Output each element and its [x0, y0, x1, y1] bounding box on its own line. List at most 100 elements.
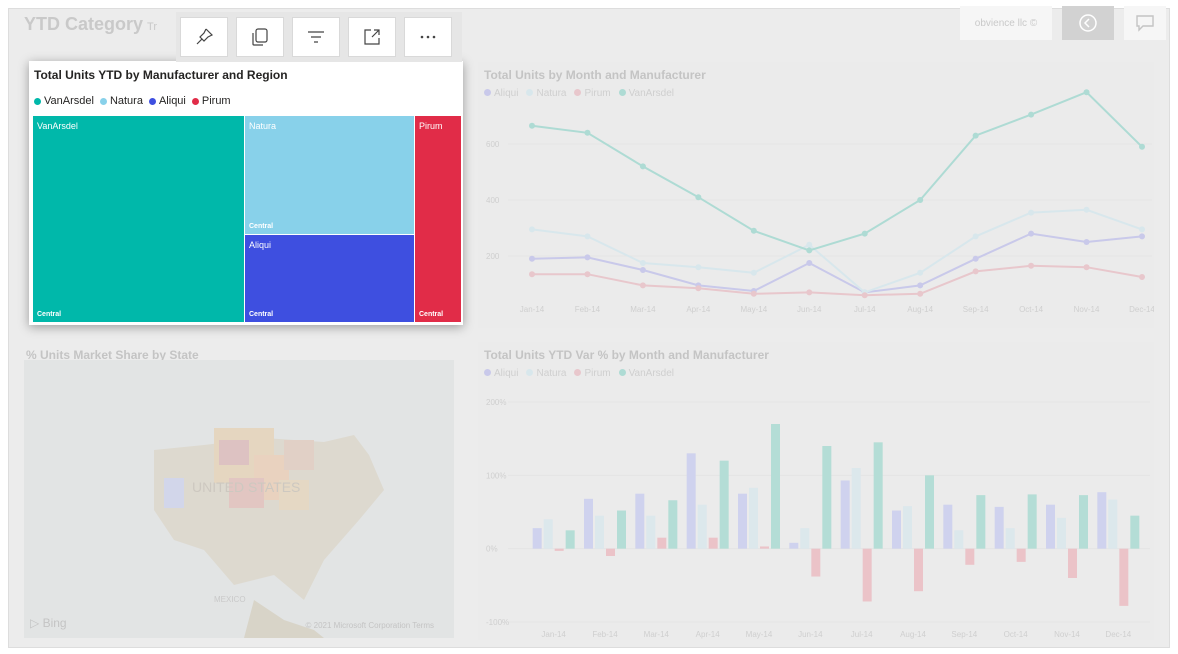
legend-item-vanarsdel[interactable]: VanArsdel [34, 95, 94, 107]
x-tick-label: May-14 [740, 305, 767, 314]
data-point [1139, 226, 1145, 233]
x-tick-label: Apr-14 [686, 305, 711, 314]
terms-link[interactable]: Terms [412, 621, 434, 630]
bar-vanarsdel [976, 495, 986, 549]
data-point [806, 289, 813, 296]
data-point [529, 122, 535, 129]
bar-pirum [554, 548, 564, 551]
bar-chart-visual[interactable]: Total Units YTD Var % by Month and Manuf… [478, 342, 1154, 640]
data-point [917, 269, 924, 276]
legend-item-pirum[interactable]: Pirum [191, 95, 231, 107]
page-title: YTD Category Tr [24, 14, 157, 35]
x-tick-label: Jul-14 [854, 305, 876, 314]
us-map: UNITED STATES MEXICO [154, 428, 384, 638]
line-chart-plot: 600 400 200 Jan-14 Feb-14 Mar-14 Apr-14 May-14 J… [486, 89, 1154, 314]
legend-item-aliqui[interactable]: Aliqui [148, 95, 186, 107]
tile-sublabel: Central [37, 311, 62, 318]
data-point [584, 129, 591, 136]
data-point [806, 260, 813, 266]
map-canvas[interactable]: UNITED STATES MEXICO ▷ Bing © 2021 Micro… [24, 360, 454, 638]
pin-visual-button[interactable] [180, 17, 228, 57]
bar-vanarsdel [925, 475, 934, 549]
treemap-visual[interactable]: Total Units YTD by Manufacturer and Regi… [29, 61, 463, 325]
data-point [1083, 264, 1090, 271]
tile-label: Pirum [419, 121, 443, 131]
bar-pirum [606, 548, 615, 556]
bar-natura [697, 504, 707, 549]
treemap-tile-natura[interactable]: Natura Central [245, 116, 414, 234]
data-point [695, 285, 702, 292]
data-point [972, 255, 979, 262]
bar-natura [1057, 517, 1066, 549]
bar-pirum [760, 546, 769, 549]
data-point [584, 254, 591, 261]
tile-sublabel: Central [249, 311, 274, 318]
bing-label: Bing [42, 616, 67, 630]
data-point [639, 163, 646, 170]
legend-dot [148, 97, 156, 105]
bar-pirum [708, 537, 718, 549]
data-point [1028, 262, 1035, 269]
expand-icon [364, 29, 380, 45]
legend-label: Aliqui [158, 95, 186, 107]
data-point [1083, 206, 1090, 213]
x-tick-label: Jun-14 [798, 630, 823, 639]
y-tick-label: 400 [486, 196, 500, 205]
x-tick-label: Dec-14 [1129, 305, 1154, 314]
header-actions: obvience llc © [960, 6, 1166, 40]
bar-aliqui [738, 493, 747, 549]
y-tick-label: 100% [486, 471, 506, 480]
bar-aliqui [943, 504, 953, 549]
series-line-pirum [532, 264, 1143, 297]
line-chart-visual[interactable]: Total Units by Month and Manufacturer Al… [478, 62, 1154, 328]
bar-vanarsdel [668, 500, 678, 549]
copy-visual-button[interactable] [236, 17, 284, 57]
bar-pirum [1119, 548, 1129, 606]
tile-label: VanArsdel [37, 121, 78, 131]
data-point [1139, 274, 1145, 280]
data-point [1083, 89, 1090, 96]
filter-button[interactable] [292, 17, 340, 57]
page-title-suffix: Tr [147, 21, 158, 33]
bar-aliqui [994, 506, 1004, 549]
country-label: UNITED STATES [192, 479, 300, 495]
data-point [806, 247, 813, 254]
x-tick-label: Aug-14 [900, 630, 926, 639]
visual-header-toolbar [176, 12, 462, 62]
data-point [529, 226, 535, 233]
treemap-tile-aliqui[interactable]: Aliqui Central [245, 235, 414, 322]
legend-label: Pirum [201, 95, 231, 107]
tile-label: Natura [249, 121, 277, 131]
y-tick-label: -100% [486, 618, 509, 627]
legend-label: Natura [109, 95, 143, 107]
data-point [695, 194, 702, 201]
x-tick-label: Aug-14 [907, 305, 933, 314]
y-tick-label: 200 [486, 252, 500, 261]
bar-pirum [965, 548, 975, 565]
series-line-vanarsdel [531, 91, 1143, 252]
bing-icon: ▷ [30, 616, 40, 630]
treemap-tile-pirum[interactable]: Pirum Central [415, 116, 461, 322]
comment-button[interactable] [1124, 6, 1166, 40]
more-options-button[interactable] [404, 17, 452, 57]
bar-pirum [1016, 548, 1026, 562]
back-button[interactable] [1062, 6, 1114, 40]
map-copyright: © 2021 Microsoft Corporation Terms [306, 621, 434, 630]
x-tick-label: Feb-14 [575, 305, 601, 314]
bar-vanarsdel [617, 510, 626, 549]
data-point [639, 282, 646, 289]
bar-aliqui [840, 480, 850, 549]
copyright-text: © 2021 Microsoft Corporation [305, 621, 411, 630]
legend-dot [34, 97, 41, 105]
brand-logo: obvience llc © [960, 6, 1052, 40]
y-tick-label: 600 [486, 140, 500, 149]
bar-vanarsdel [1027, 494, 1037, 549]
data-point [917, 282, 924, 289]
legend-item-natura[interactable]: Natura [99, 95, 143, 107]
x-tick-label: Jun-14 [797, 305, 822, 314]
x-tick-label: Feb-14 [592, 630, 618, 639]
legend-dot [191, 97, 199, 105]
treemap-tile-vanarsdel[interactable]: VanArsdel Central [33, 116, 244, 322]
x-tick-label: Dec-14 [1105, 630, 1131, 639]
focus-mode-button[interactable] [348, 17, 396, 57]
